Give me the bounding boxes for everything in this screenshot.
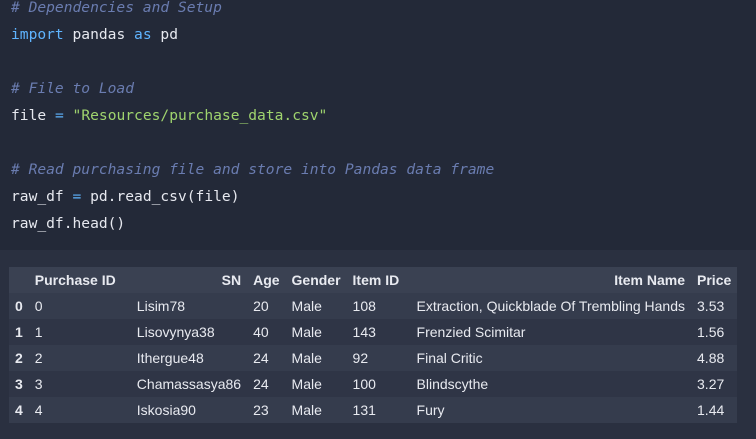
column-header-gender: Gender	[291, 272, 341, 288]
cell-price: 1.44	[697, 402, 725, 418]
cell-age: 40	[253, 324, 269, 340]
index-header	[9, 267, 29, 293]
column-header-sn: SN	[221, 272, 242, 288]
module-name: pandas	[72, 26, 126, 43]
table-header-row: Purchase ID SN Age Gender Item ID Item N…	[9, 267, 738, 293]
read-csv-call: pd.read_csv(file)	[90, 188, 240, 205]
code-comment-read: # Read purchasing file and store into Pa…	[11, 161, 495, 178]
row-index: 4	[15, 402, 23, 418]
cell-gender: Male	[291, 350, 322, 366]
code-comment-file: # File to Load	[11, 80, 135, 97]
table-row: 4 4 Iskosia90 23 Male 131 Fury 1.44	[9, 397, 738, 423]
cell-price: 3.27	[697, 376, 725, 392]
cell-purchase-id: 2	[34, 350, 43, 366]
cell-item-name: Blindscythe	[416, 376, 489, 392]
cell-item-name: Fury	[416, 402, 445, 418]
table-row: 0 0 Lisim78 20 Male 108 Extraction, Quic…	[9, 293, 738, 319]
table-row: 2 2 Ithergue48 24 Male 92 Final Critic 4…	[9, 345, 738, 371]
row-index: 1	[15, 324, 23, 340]
cell-age: 23	[253, 402, 269, 418]
code-line-read: raw_df = pd.read_csv(file)	[11, 187, 239, 207]
cell-sn: Lisim78	[136, 298, 186, 314]
cell-item-name: Frenzied Scimitar	[416, 324, 526, 340]
code-line-file: file = "Resources/purchase_data.csv"	[11, 106, 327, 126]
cell-item-id: 92	[352, 350, 369, 366]
row-index: 2	[15, 350, 23, 366]
column-header-purchase-id: Purchase ID	[34, 272, 116, 288]
cell-price: 3.53	[697, 298, 725, 314]
table-row: 1 1 Lisovynya38 40 Male 143 Frenzied Sci…	[9, 319, 738, 345]
as-keyword: as	[134, 26, 152, 43]
cell-item-id: 131	[352, 402, 376, 418]
cell-gender: Male	[291, 324, 322, 340]
code-line-head: raw_df.head()	[11, 215, 126, 232]
assign-operator: =	[54, 107, 64, 124]
cell-sn: Lisovynya38	[136, 324, 215, 340]
cell-item-id: 108	[352, 298, 376, 314]
cell-price: 4.88	[697, 350, 725, 366]
cell-gender: Male	[291, 376, 322, 392]
cell-price: 1.56	[697, 324, 725, 340]
code-comment-setup: # Dependencies and Setup	[11, 0, 222, 16]
dataframe-table: Purchase ID SN Age Gender Item ID Item N…	[9, 267, 738, 423]
cell-item-id: 143	[352, 324, 376, 340]
import-keyword: import	[11, 26, 64, 43]
cell-item-id: 100	[352, 376, 376, 392]
output-area: Purchase ID SN Age Gender Item ID Item N…	[0, 264, 756, 439]
cell-gender: Male	[291, 298, 322, 314]
column-header-item-name: Item Name	[614, 272, 686, 288]
cell-gender: Male	[291, 402, 322, 418]
row-index: 0	[15, 298, 23, 314]
file-variable: file	[11, 107, 47, 124]
cell-age: 20	[253, 298, 269, 314]
cell-item-name: Extraction, Quickblade Of Trembling Hand…	[416, 298, 686, 314]
cell-sn: Chamassasya86	[136, 376, 242, 392]
file-path-string: "Resources/purchase_data.csv"	[72, 107, 328, 124]
code-line-import: import pandas as pd	[11, 25, 178, 45]
cell-purchase-id: 0	[34, 298, 43, 314]
cell-age: 24	[253, 376, 269, 392]
cell-sn: Ithergue48	[136, 350, 204, 366]
code-cell[interactable]: # Dependencies and Setup import pandas a…	[0, 0, 756, 250]
raw-df-variable: raw_df	[11, 188, 64, 205]
module-alias: pd	[160, 26, 178, 43]
cell-purchase-id: 4	[34, 402, 43, 418]
cell-age: 24	[253, 350, 269, 366]
cell-purchase-id: 3	[34, 376, 43, 392]
column-header-price: Price	[697, 272, 732, 288]
column-header-item-id: Item ID	[352, 272, 400, 288]
assign-operator-2: =	[72, 188, 82, 205]
cell-separator	[0, 250, 756, 264]
cell-sn: Iskosia90	[136, 402, 196, 418]
cell-item-name: Final Critic	[416, 350, 483, 366]
table-row: 3 3 Chamassasya86 24 Male 100 Blindscyth…	[9, 371, 738, 397]
column-header-age: Age	[253, 272, 280, 288]
row-index: 3	[15, 376, 23, 392]
cell-purchase-id: 1	[34, 324, 43, 340]
